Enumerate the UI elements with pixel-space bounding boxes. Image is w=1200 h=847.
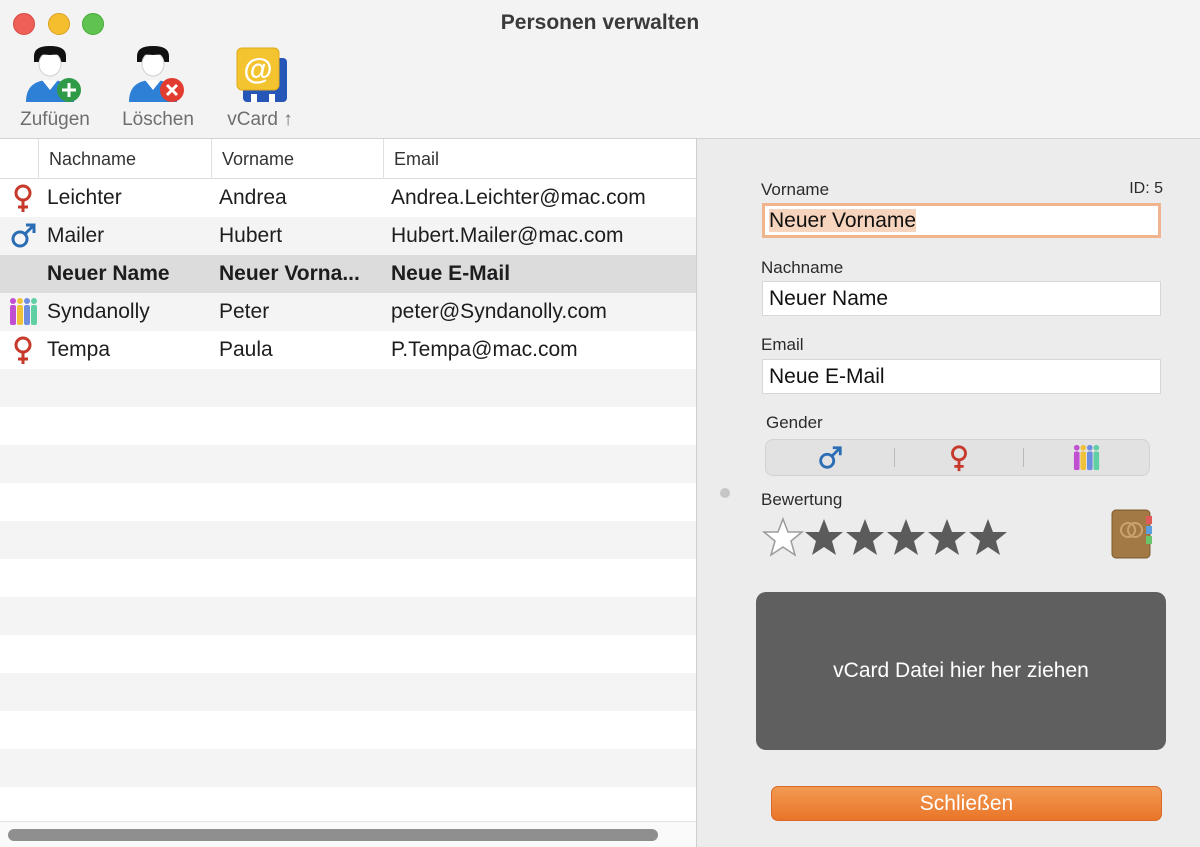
vcard-icon: @ [229, 44, 291, 104]
table-header: Nachname Vorname Email [0, 139, 696, 179]
empty-row [0, 635, 696, 673]
cell-email: P.Tempa@mac.com [391, 338, 578, 361]
gender-segmented-control [765, 439, 1150, 476]
star-filled-icon[interactable] [803, 516, 845, 558]
vcard-export-label: vCard ↑ [227, 109, 293, 130]
column-header-nachname[interactable]: Nachname [38, 139, 211, 179]
empty-row [0, 407, 696, 445]
table-body: Leichter Andrea Andrea.Leichter@mac.com … [0, 179, 696, 825]
dropzone-text: vCard Datei hier her ziehen [833, 659, 1089, 682]
female-icon [8, 183, 38, 213]
empty-row [0, 597, 696, 635]
gender-label: Gender [766, 413, 823, 432]
address-book-icon[interactable] [1108, 506, 1158, 560]
toolbar: Personen verwalten Zufügen Löschen @ vCa… [0, 0, 1200, 139]
table-row[interactable]: Tempa Paula P.Tempa@mac.com [0, 331, 696, 369]
column-header-email[interactable]: Email [383, 139, 696, 179]
close-button[interactable]: Schließen [771, 786, 1162, 821]
star-filled-icon[interactable] [967, 516, 1009, 558]
detail-pane: Vorname ID: 5 Neuer Vorname Nachname Neu… [698, 139, 1200, 847]
cell-vorname: Hubert [219, 224, 283, 247]
table-row[interactable]: Syndanolly Peter peter@Syndanolly.com [0, 293, 696, 331]
scrollbar-thumb[interactable] [8, 829, 658, 841]
cell-email: Neue E-Mail [391, 262, 511, 285]
id-label: ID: 5 [1129, 180, 1163, 197]
delete-person-button[interactable]: Löschen [108, 44, 208, 131]
cell-nachname: Leichter [47, 186, 122, 209]
cell-vorname: Andrea [219, 186, 287, 209]
column-header-vorname[interactable]: Vorname [211, 139, 383, 179]
empty-row [0, 749, 696, 787]
rating-label: Bewertung [761, 490, 843, 509]
star-filled-icon[interactable] [885, 516, 927, 558]
person-manager-window: Personen verwalten Zufügen Löschen @ vCa… [0, 0, 1200, 847]
status-dot [720, 488, 730, 498]
firstname-field[interactable]: Neuer Vorname [762, 203, 1161, 238]
email-label: Email [761, 335, 804, 354]
empty-row [0, 711, 696, 749]
delete-person-label: Löschen [122, 109, 194, 130]
empty-row [0, 559, 696, 597]
firstname-label: Vorname [761, 180, 830, 199]
lastname-label: Nachname [761, 258, 844, 277]
lastname-field[interactable]: Neuer Name [762, 281, 1161, 316]
empty-row [0, 521, 696, 559]
svg-text:@: @ [243, 53, 272, 86]
empty-row [0, 483, 696, 521]
add-person-icon [24, 44, 86, 104]
cell-vorname: Neuer Vorna... [219, 262, 360, 285]
cell-vorname: Paula [219, 338, 273, 361]
rating-control[interactable] [762, 516, 1012, 558]
cell-nachname: Mailer [47, 224, 105, 247]
vcard-dropzone[interactable]: vCard Datei hier her ziehen [756, 592, 1166, 750]
empty-row [0, 445, 696, 483]
horizontal-scrollbar[interactable] [0, 821, 696, 847]
firstname-value: Neuer Vorname [769, 209, 917, 232]
gender-female-option[interactable] [895, 440, 1023, 475]
table-row-selected[interactable]: Neuer Name Neuer Vorna... Neue E-Mail [0, 255, 696, 293]
cell-email: Andrea.Leichter@mac.com [391, 186, 646, 209]
add-person-button[interactable]: Zufügen [5, 44, 105, 131]
diverse-icon [9, 297, 39, 327]
male-icon [8, 221, 38, 251]
window-title: Personen verwalten [500, 11, 700, 34]
empty-row [0, 787, 696, 825]
cell-nachname: Syndanolly [47, 300, 150, 323]
table-row[interactable]: Leichter Andrea Andrea.Leichter@mac.com [0, 179, 696, 217]
empty-row [0, 673, 696, 711]
person-table: Nachname Vorname Email Leichter Andrea A… [0, 139, 697, 847]
cell-nachname: Neuer Name [47, 262, 170, 285]
cell-email: Hubert.Mailer@mac.com [391, 224, 624, 247]
female-icon [945, 444, 973, 472]
star-filled-icon[interactable] [926, 516, 968, 558]
add-person-label: Zufügen [20, 109, 90, 130]
vcard-export-button[interactable]: @ vCard ↑ [210, 44, 310, 131]
email-field[interactable]: Neue E-Mail [762, 359, 1161, 394]
delete-person-icon [127, 44, 189, 104]
gender-diverse-option[interactable] [1024, 440, 1152, 475]
table-row[interactable]: Mailer Hubert Hubert.Mailer@mac.com [0, 217, 696, 255]
female-icon [8, 335, 38, 365]
gender-male-option[interactable] [766, 440, 894, 475]
empty-row [0, 369, 696, 407]
cell-email: peter@Syndanolly.com [391, 300, 607, 323]
male-icon [816, 444, 844, 472]
diverse-icon [1070, 444, 1104, 472]
star-empty-icon[interactable] [762, 516, 804, 558]
star-filled-icon[interactable] [844, 516, 886, 558]
cell-vorname: Peter [219, 300, 270, 323]
cell-nachname: Tempa [47, 338, 111, 361]
